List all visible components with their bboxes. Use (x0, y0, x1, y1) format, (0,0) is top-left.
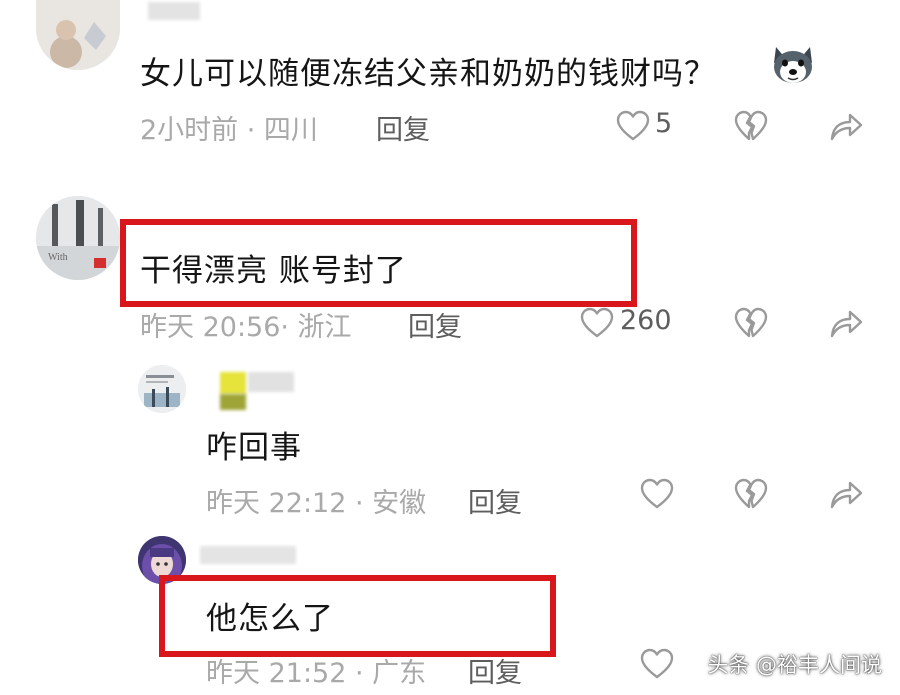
comment-meta: 2小时前 · 四川 (140, 115, 318, 146)
heart-icon[interactable] (616, 110, 650, 146)
husky-dog-emoji (770, 45, 816, 89)
username-blurred (148, 2, 200, 20)
heart-icon[interactable] (640, 478, 674, 514)
avatar-comment-1[interactable] (36, 0, 120, 70)
broken-heart-icon[interactable] (734, 478, 768, 514)
username-blurred (220, 394, 246, 410)
share-icon[interactable] (828, 478, 864, 514)
avatar-image (36, 0, 120, 70)
username-blurred (248, 372, 294, 392)
username-blurred (220, 372, 246, 394)
highlight-box (120, 219, 637, 307)
comment-meta: 昨天 20:56· 浙江 (140, 312, 352, 343)
username-blurred (200, 546, 296, 564)
avatar-comment-2[interactable]: With (36, 196, 120, 280)
like-count: 260 (620, 305, 672, 336)
heart-icon[interactable] (580, 307, 614, 343)
comment-meta: 昨天 22:12 · 安徽 (206, 488, 427, 519)
comment-text: 咋回事 (206, 430, 302, 466)
avatar-image: With (36, 196, 120, 280)
broken-heart-icon[interactable] (734, 110, 768, 146)
reply-button[interactable]: 回复 (468, 651, 522, 690)
highlight-box (159, 575, 556, 657)
heart-icon[interactable] (640, 648, 674, 684)
comment-text: 女儿可以随便冻结父亲和奶奶的钱财吗？ (140, 56, 716, 92)
share-icon[interactable] (828, 307, 864, 343)
broken-heart-icon[interactable] (734, 307, 768, 343)
reply-button[interactable]: 回复 (468, 481, 522, 520)
reply-button[interactable]: 回复 (408, 305, 462, 344)
svg-text:With: With (48, 252, 68, 263)
share-icon[interactable] (828, 110, 864, 146)
avatar-reply-1[interactable] (138, 365, 186, 413)
like-count: 5 (655, 108, 673, 139)
watermark: 头条 @裕丰人间说 (707, 653, 882, 677)
comment-meta: 昨天 21:52 · 广东 (206, 658, 427, 689)
reply-button[interactable]: 回复 (376, 108, 430, 147)
avatar-image (138, 365, 186, 413)
